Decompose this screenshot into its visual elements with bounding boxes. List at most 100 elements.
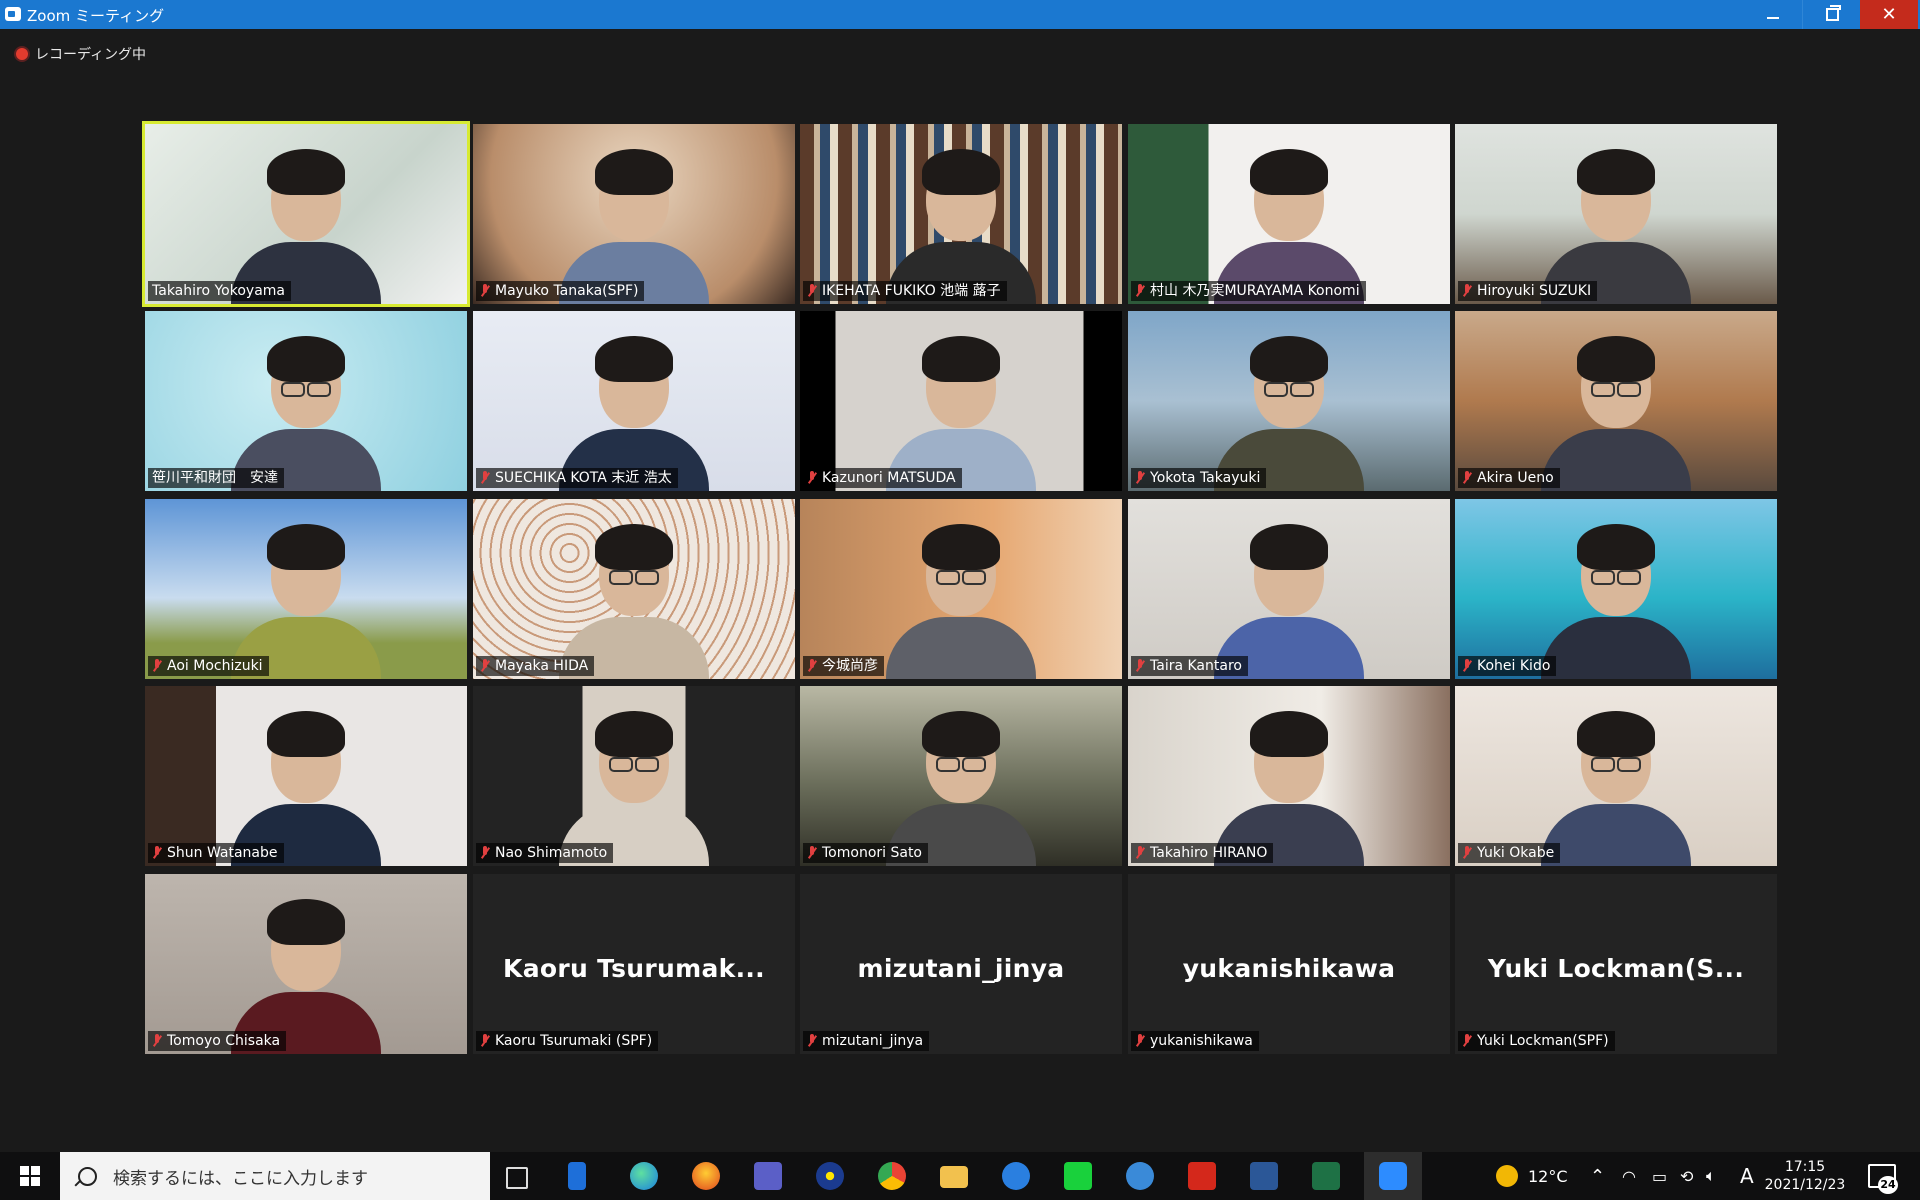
participant-tile[interactable]: IKEHATA FUKIKO 池端 蕗子 — [800, 124, 1122, 304]
window-title: Zoom ミーティング — [27, 7, 165, 25]
participant-tile[interactable]: Kaoru Tsurumak... Kaoru Tsurumaki (SPF) — [473, 874, 795, 1054]
participant-tile[interactable]: 村山 木乃実MURAYAMA Konomi — [1128, 124, 1450, 304]
wifi-icon[interactable]: ◠ — [1622, 1152, 1636, 1200]
participant-video — [1214, 701, 1364, 866]
mic-muted-icon — [807, 659, 817, 673]
taskbar-search[interactable]: 検索するには、ここに入力します — [60, 1152, 490, 1200]
excel-icon[interactable] — [1312, 1162, 1340, 1190]
download-app-icon[interactable] — [568, 1162, 586, 1190]
participant-tile[interactable]: Tomonori Sato — [800, 686, 1122, 866]
participant-tile[interactable]: Takahiro Yokoyama — [142, 121, 470, 307]
participant-video — [559, 139, 709, 304]
participant-name: mizutani_jinya — [822, 1033, 924, 1049]
zoom-taskbar-button[interactable] — [1364, 1152, 1422, 1200]
participant-name: IKEHATA FUKIKO 池端 蕗子 — [822, 283, 1001, 299]
participant-tile[interactable]: Shun Watanabe — [145, 686, 467, 866]
teams-icon[interactable] — [754, 1162, 782, 1190]
sync-icon[interactable]: ⟲ — [1680, 1152, 1693, 1200]
participant-video — [1214, 139, 1364, 304]
n-app-icon[interactable] — [1126, 1162, 1154, 1190]
participant-tile[interactable]: Akira Ueno — [1455, 311, 1777, 491]
participant-tile[interactable]: Nao Shimamoto — [473, 686, 795, 866]
sun-icon — [1496, 1165, 1518, 1187]
participant-tile[interactable]: SUECHIKA KOTA 末近 浩太 — [473, 311, 795, 491]
participant-nameplate: Taira Kantaro — [1131, 656, 1248, 676]
mic-muted-icon — [807, 284, 817, 298]
participant-name: Yokota Takayuki — [1150, 470, 1261, 486]
minimize-button[interactable] — [1744, 0, 1802, 29]
word-icon[interactable] — [1250, 1162, 1278, 1190]
mic-muted-icon — [1462, 1034, 1472, 1048]
participant-name: Takahiro Yokoyama — [152, 283, 285, 299]
tray-chevron-icon[interactable]: ⌃ — [1590, 1152, 1605, 1200]
participant-name: 村山 木乃実MURAYAMA Konomi — [1150, 283, 1360, 299]
volume-icon[interactable]: 🔈︎ — [1706, 1152, 1716, 1200]
mic-muted-icon — [1462, 846, 1472, 860]
participant-tile[interactable]: Takahiro HIRANO — [1128, 686, 1450, 866]
mic-muted-icon — [1135, 659, 1145, 673]
acrobat-icon[interactable] — [1188, 1162, 1216, 1190]
participant-nameplate: Kazunori MATSUDA — [803, 468, 962, 488]
start-button[interactable] — [0, 1152, 60, 1200]
participant-nameplate: IKEHATA FUKIKO 池端 蕗子 — [803, 281, 1007, 301]
close-button[interactable]: ✕ — [1860, 0, 1918, 29]
weather-temp: 12°C — [1528, 1166, 1568, 1186]
taskbar-clock[interactable]: 17:15 2021/12/23 — [1760, 1158, 1850, 1194]
participant-tile[interactable]: Yuki Lockman(S... Yuki Lockman(SPF) — [1455, 874, 1777, 1054]
participant-tile[interactable]: 笹川平和財団 安達 — [145, 311, 467, 491]
mic-muted-icon — [1135, 1034, 1145, 1048]
participant-nameplate: Shun Watanabe — [148, 843, 284, 863]
participant-tile[interactable]: 今城尚彦 — [800, 499, 1122, 679]
participant-video — [886, 139, 1036, 304]
participant-tile[interactable]: Taira Kantaro — [1128, 499, 1450, 679]
mic-muted-icon — [152, 1034, 162, 1048]
participant-tile[interactable]: Kazunori MATSUDA — [800, 311, 1122, 491]
participant-tile[interactable]: Mayaka HIDA — [473, 499, 795, 679]
participant-video — [1541, 139, 1691, 304]
green-app-icon[interactable] — [1064, 1162, 1092, 1190]
mic-muted-icon — [480, 659, 490, 673]
participant-nameplate: 笹川平和財団 安達 — [148, 468, 284, 488]
edge-icon[interactable] — [630, 1162, 658, 1190]
globe-app-icon[interactable] — [816, 1162, 844, 1190]
participant-tile[interactable]: yukanishikawa yukanishikawa — [1128, 874, 1450, 1054]
participant-name: Hiroyuki SUZUKI — [1477, 283, 1592, 299]
mic-muted-icon — [1462, 471, 1472, 485]
participant-tile[interactable]: Hiroyuki SUZUKI — [1455, 124, 1777, 304]
mic-muted-icon — [807, 471, 817, 485]
participant-tile[interactable]: Yokota Takayuki — [1128, 311, 1450, 491]
participant-name: Takahiro HIRANO — [1150, 845, 1268, 861]
restore-button[interactable] — [1802, 0, 1862, 29]
participant-nameplate: 今城尚彦 — [803, 656, 884, 676]
file-explorer-icon[interactable] — [940, 1166, 968, 1188]
participant-nameplate: Mayaka HIDA — [476, 656, 595, 676]
internet-explorer-icon[interactable] — [1002, 1162, 1030, 1190]
participant-tile[interactable]: Yuki Okabe — [1455, 686, 1777, 866]
mic-muted-icon — [1135, 846, 1145, 860]
windows-logo-icon — [20, 1166, 40, 1186]
firefox-icon[interactable] — [692, 1162, 720, 1190]
weather-widget[interactable]: 12°C — [1496, 1152, 1568, 1200]
participant-tile[interactable]: Kohei Kido — [1455, 499, 1777, 679]
participant-nameplate: Tomoyo Chisaka — [148, 1031, 287, 1051]
participant-video — [231, 889, 381, 1054]
chrome-icon[interactable] — [878, 1162, 906, 1190]
participant-name: Kohei Kido — [1477, 658, 1551, 674]
mic-muted-icon — [1135, 284, 1145, 298]
battery-icon[interactable]: ▭ — [1652, 1152, 1667, 1200]
ime-indicator[interactable]: A — [1740, 1152, 1754, 1200]
participant-tile[interactable]: mizutani_jinya mizutani_jinya — [800, 874, 1122, 1054]
mic-muted-icon — [807, 1034, 817, 1048]
participant-tile[interactable]: Mayuko Tanaka(SPF) — [473, 124, 795, 304]
participant-name: Nao Shimamoto — [495, 845, 608, 861]
recording-label: レコーディング中 — [35, 47, 147, 63]
clock-time: 17:15 — [1784, 1159, 1826, 1175]
participant-tile[interactable]: Tomoyo Chisaka — [145, 874, 467, 1054]
participant-video — [231, 139, 381, 304]
participant-video — [231, 326, 381, 491]
participant-tile[interactable]: Aoi Mochizuki — [145, 499, 467, 679]
participant-nameplate: SUECHIKA KOTA 末近 浩太 — [476, 468, 678, 488]
participant-display-name: Kaoru Tsurumak... — [503, 954, 765, 983]
recording-indicator[interactable]: レコーディング中 — [16, 44, 146, 64]
task-view-icon[interactable] — [506, 1167, 528, 1189]
